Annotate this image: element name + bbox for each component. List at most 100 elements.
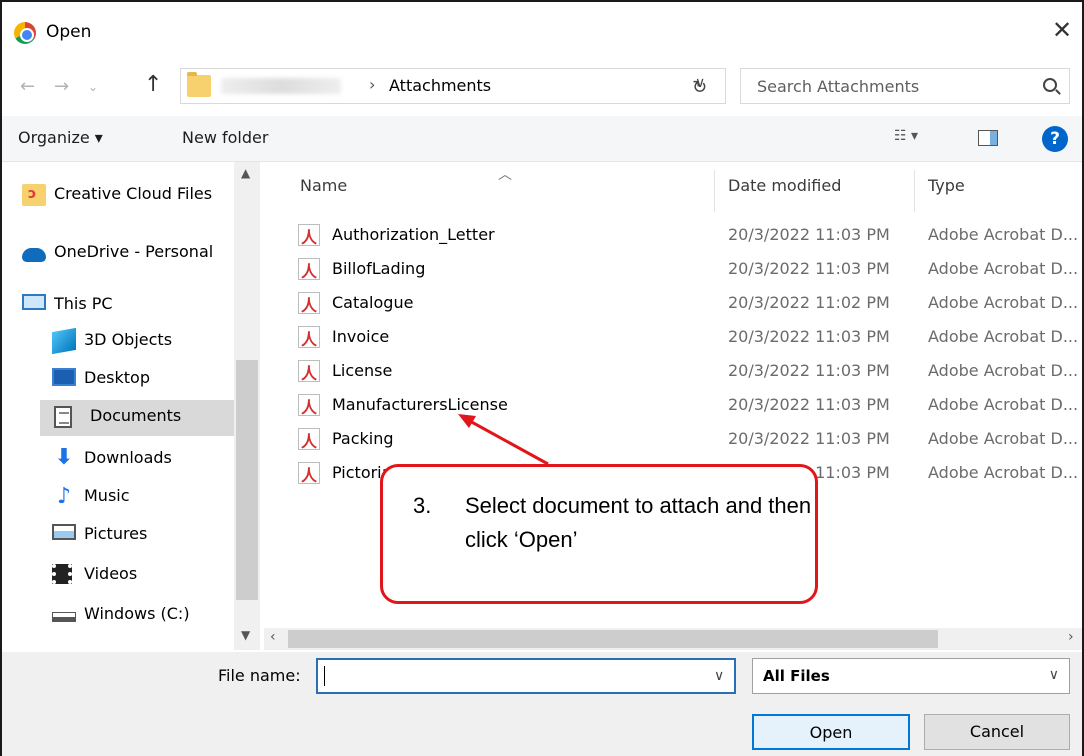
pdf-file-icon (298, 326, 320, 350)
drive-icon (52, 612, 76, 622)
cancel-button[interactable]: Cancel (924, 714, 1070, 750)
pictures-icon (52, 524, 76, 540)
nav-item-label: Creative Cloud Files (54, 184, 213, 203)
nav-item-creative-cloud[interactable]: Creative Cloud Files (22, 178, 234, 214)
file-date: 20/3/2022 11:03 PM (728, 225, 890, 244)
back-arrow-icon[interactable]: ← (20, 76, 35, 97)
music-note-icon: ♪ (56, 484, 72, 509)
nav-item-downloads[interactable]: ⬇ Downloads (52, 442, 234, 478)
file-type: Adobe Acrobat D... (928, 395, 1079, 414)
file-row[interactable]: Invoice 20/3/2022 11:03 PM Adobe Acrobat… (298, 322, 1078, 356)
navigation-pane: Creative Cloud Files OneDrive - Personal… (2, 162, 262, 650)
onedrive-icon (22, 248, 46, 262)
open-button[interactable]: Open (752, 714, 910, 750)
nav-item-music[interactable]: ♪ Music (52, 480, 234, 516)
refresh-icon[interactable]: ↻ (692, 77, 707, 98)
nav-item-videos[interactable]: Videos (52, 558, 234, 594)
file-row[interactable]: BillofLading 20/3/2022 11:03 PM Adobe Ac… (298, 254, 1078, 288)
pdf-file-icon (298, 224, 320, 248)
chrome-icon (14, 22, 36, 44)
address-row: ← → ⌄ ↑ › Attachments ∨ ↻ Search Attachm… (2, 60, 1082, 116)
file-name-dropdown-icon[interactable]: ∨ (714, 668, 724, 684)
column-header-date-modified[interactable]: Date modified (728, 176, 841, 195)
file-type-dropdown-icon[interactable]: ∨ (1049, 667, 1059, 683)
breadcrumb-current-folder[interactable]: Attachments (389, 76, 491, 95)
file-row[interactable]: Catalogue 20/3/2022 11:02 PM Adobe Acrob… (298, 288, 1078, 322)
file-date: 20/3/2022 11:03 PM (728, 429, 890, 448)
file-name-input[interactable]: ∨ (316, 658, 736, 694)
change-view-icon[interactable]: ☷ ▾ (894, 128, 918, 144)
file-name: Authorization_Letter (332, 225, 495, 244)
annotation-step-number: 3. (413, 493, 432, 518)
nav-item-label: Downloads (84, 448, 172, 467)
file-type-select[interactable]: All Files ∨ (752, 658, 1070, 694)
help-icon[interactable]: ? (1042, 126, 1068, 152)
organize-menu-button[interactable]: Organize ▾ (18, 128, 103, 147)
documents-icon (54, 406, 72, 428)
download-arrow-icon: ⬇ (54, 445, 74, 470)
nav-item-desktop[interactable]: Desktop (52, 362, 234, 398)
recent-locations-chevron-icon[interactable]: ⌄ (88, 80, 98, 94)
column-divider[interactable] (714, 170, 715, 212)
file-type: Adobe Acrobat D... (928, 429, 1079, 448)
search-input[interactable]: Search Attachments (740, 68, 1070, 104)
nav-item-this-pc[interactable]: This PC (22, 288, 234, 324)
search-icon (1043, 78, 1057, 92)
file-type: Adobe Acrobat D... (928, 225, 1079, 244)
new-folder-button[interactable]: New folder (182, 128, 268, 147)
nav-item-label: Windows (C:) (84, 604, 190, 623)
file-name: Catalogue (332, 293, 414, 312)
file-name: Invoice (332, 327, 390, 346)
navigation-scrollbar[interactable]: ▲ ▼ (234, 162, 260, 650)
forward-arrow-icon[interactable]: → (54, 76, 69, 97)
desktop-icon (52, 368, 76, 386)
file-type-value: All Files (763, 667, 830, 685)
nav-item-3d-objects[interactable]: 3D Objects (52, 324, 234, 360)
file-row[interactable]: License 20/3/2022 11:03 PM Adobe Acrobat… (298, 356, 1078, 390)
nav-item-pictures[interactable]: Pictures (52, 518, 234, 554)
file-list-horizontal-scrollbar[interactable]: ‹ › (264, 628, 1082, 650)
nav-item-label: Music (84, 486, 130, 505)
scroll-right-icon[interactable]: › (1068, 629, 1074, 645)
pdf-file-icon (298, 360, 320, 384)
scrollbar-thumb[interactable] (236, 360, 258, 600)
nav-item-label: Videos (84, 564, 138, 583)
annotation-instruction: Select document to attach and then click… (465, 493, 812, 552)
nav-item-windows-c[interactable]: Windows (C:) (52, 598, 234, 634)
scroll-left-icon[interactable]: ‹ (270, 629, 276, 645)
scrollbar-thumb[interactable] (288, 630, 938, 648)
folder-icon (187, 72, 211, 97)
creative-cloud-folder-icon (22, 184, 46, 206)
up-arrow-icon[interactable]: ↑ (144, 72, 162, 97)
computer-icon (22, 294, 46, 310)
close-icon[interactable]: ✕ (1052, 16, 1072, 44)
pdf-file-icon (298, 258, 320, 282)
nav-item-documents[interactable]: Documents (40, 400, 234, 436)
file-name: BillofLading (332, 259, 426, 278)
column-header-name[interactable]: Name (300, 176, 347, 195)
file-type: Adobe Acrobat D... (928, 327, 1079, 346)
address-bar[interactable]: › Attachments ∨ (180, 68, 726, 104)
column-header-type[interactable]: Type (928, 176, 965, 195)
pdf-file-icon (298, 394, 320, 418)
column-divider[interactable] (914, 170, 915, 212)
film-icon (52, 564, 72, 584)
title-bar: Open ✕ (2, 2, 1082, 60)
open-file-dialog: Open ✕ ← → ⌄ ↑ › Attachments ∨ ↻ Search … (0, 0, 1084, 756)
file-type: Adobe Acrobat D... (928, 293, 1079, 312)
file-date: 20/3/2022 11:03 PM (728, 361, 890, 380)
nav-item-onedrive[interactable]: OneDrive - Personal (22, 236, 234, 272)
3d-objects-icon (52, 327, 76, 355)
pdf-file-icon (298, 462, 320, 486)
redacted-breadcrumb (221, 78, 341, 94)
pdf-file-icon (298, 292, 320, 316)
file-date: 20/3/2022 11:02 PM (728, 293, 890, 312)
nav-item-label: Documents (90, 406, 182, 425)
preview-pane-icon[interactable] (978, 130, 998, 146)
scroll-down-icon[interactable]: ▼ (241, 628, 250, 642)
scroll-up-icon[interactable]: ▲ (241, 166, 250, 180)
file-row[interactable]: Authorization_Letter 20/3/2022 11:03 PM … (298, 220, 1078, 254)
file-row[interactable]: ManufacturersLicense 20/3/2022 11:03 PM … (298, 390, 1078, 424)
file-date: 20/3/2022 11:03 PM (728, 259, 890, 278)
file-row[interactable]: Packing 20/3/2022 11:03 PM Adobe Acrobat… (298, 424, 1078, 458)
